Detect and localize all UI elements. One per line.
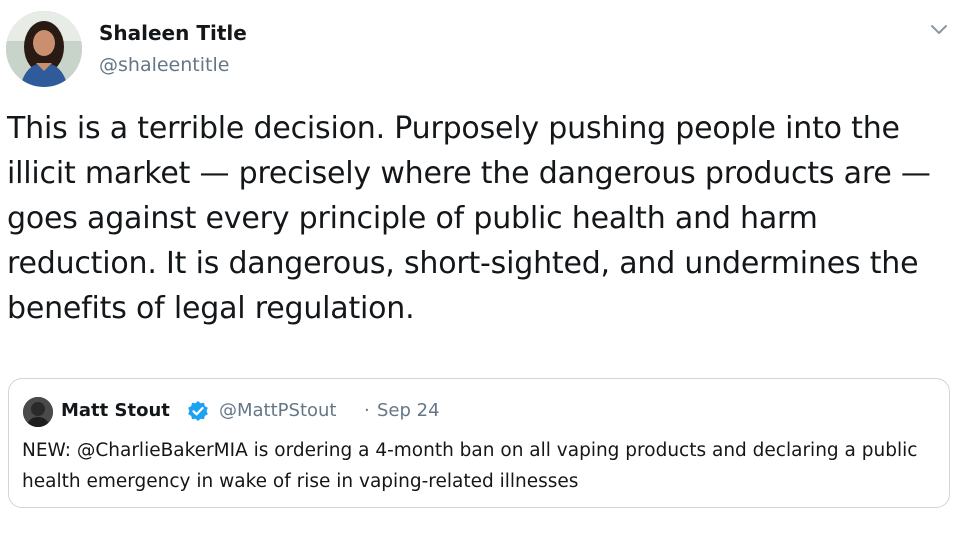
quoted-author-name: Matt Stout [61, 400, 170, 421]
quoted-tweet-text: NEW: @CharlieBakerMIA is ordering a 4-mo… [22, 440, 918, 492]
tweet-text: This is a terrible decision. Purposely p… [7, 111, 931, 326]
quoted-date[interactable]: Sep 24 [377, 399, 440, 423]
author-avatar-image [6, 11, 82, 87]
author-avatar[interactable] [6, 11, 82, 87]
quoted-author-handle: @MattPStout [219, 400, 337, 421]
verified-badge-icon [187, 400, 209, 422]
chevron-down-icon[interactable] [928, 20, 950, 38]
author-handle[interactable]: @shaleentitle [99, 52, 229, 78]
quoted-separator: · [364, 400, 370, 421]
author-display-name[interactable]: Shaleen Title [99, 20, 247, 46]
quoted-tweet-card[interactable]: Matt Stout @MattPStout · Sep 24 NEW: @Ch… [8, 378, 950, 508]
quoted-author-avatar [23, 397, 53, 427]
